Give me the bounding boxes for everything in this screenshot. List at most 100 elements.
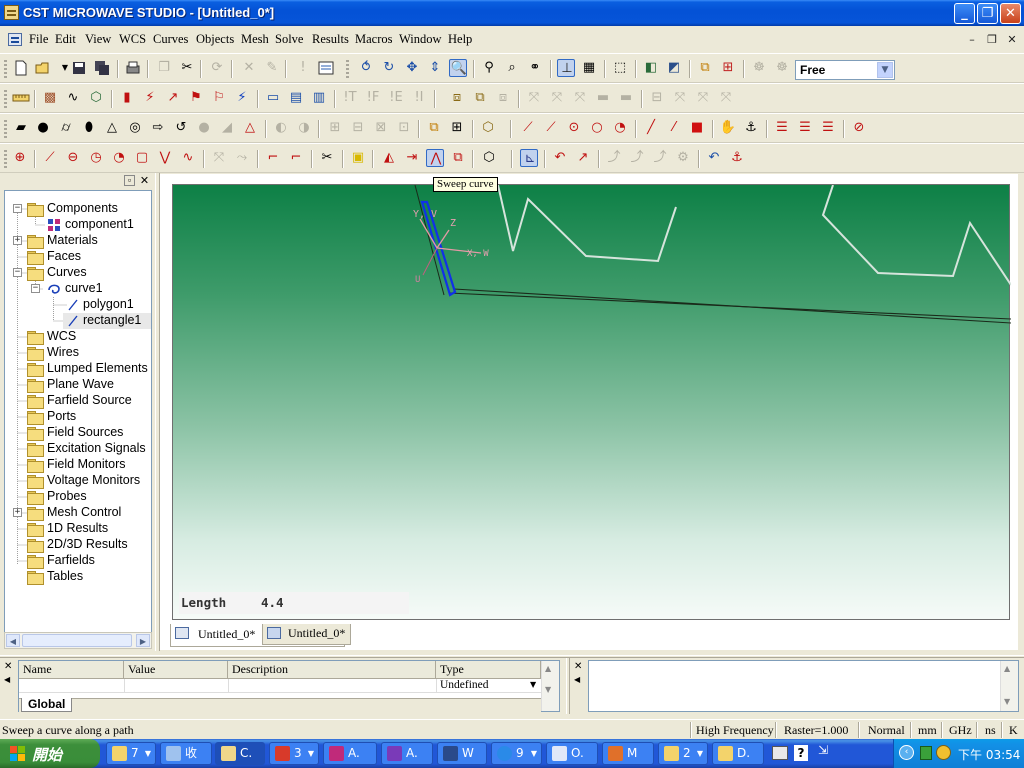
- axes-icon[interactable]: ⊥: [557, 59, 575, 77]
- background-material-icon[interactable]: ▩: [41, 89, 59, 107]
- help-icon[interactable]: ?: [794, 745, 808, 761]
- port-icon[interactable]: ▮: [118, 89, 136, 107]
- edge-icon[interactable]: ╱: [642, 119, 660, 137]
- start-button[interactable]: 開始: [0, 739, 100, 768]
- taskbar-item[interactable]: 3 ▼: [269, 742, 319, 765]
- blend-curve-icon[interactable]: ⌐: [264, 149, 282, 167]
- curve-spline-icon[interactable]: ∿: [179, 149, 197, 167]
- expand-toggle[interactable]: +: [13, 508, 22, 517]
- collapse-toggle[interactable]: −: [13, 268, 22, 277]
- transform-icon[interactable]: ⤧: [548, 89, 566, 107]
- type-value[interactable]: Undefined: [440, 679, 489, 691]
- close-panel-icon[interactable]: ✕: [574, 661, 582, 672]
- anchor-wcs-icon[interactable]: ⚓: [728, 149, 746, 167]
- close-panel-icon[interactable]: ✕: [4, 661, 12, 672]
- tray-expand-icon[interactable]: ‹: [899, 745, 914, 760]
- cone-icon[interactable]: △: [103, 119, 121, 137]
- zoom-fit-icon[interactable]: ⌕: [503, 59, 521, 77]
- taskbar-item[interactable]: 9 ▼: [491, 742, 542, 765]
- message-window[interactable]: ▲ ▼: [588, 660, 1019, 712]
- transform-curve-icon[interactable]: ⤴: [628, 149, 646, 167]
- wcs-properties-icon[interactable]: ⊞: [448, 119, 466, 137]
- menu-objects[interactable]: Objects: [196, 32, 234, 47]
- mdi-minimize-button[interactable]: –: [964, 33, 980, 47]
- pan-icon[interactable]: ✥: [403, 59, 421, 77]
- pick-point-icon[interactable]: ⊕: [11, 149, 29, 167]
- globe-icon[interactable]: [936, 745, 951, 760]
- picked-object-icon[interactable]: ⬡: [479, 119, 497, 137]
- chevron-down-icon[interactable]: ▼: [56, 59, 68, 77]
- expand-toggle[interactable]: +: [13, 236, 22, 245]
- torus-icon[interactable]: ◎: [126, 119, 144, 137]
- menu-solve[interactable]: Solve: [275, 32, 303, 47]
- new-file-icon[interactable]: [12, 59, 30, 77]
- curve-polygon-icon[interactable]: ⋁: [156, 149, 174, 167]
- chamfer-curve-icon[interactable]: ⌐: [287, 149, 305, 167]
- length-value[interactable]: 4.4: [261, 595, 284, 610]
- cutplane-icon[interactable]: ◧: [642, 59, 660, 77]
- field-source-icon[interactable]: ⚐: [210, 89, 228, 107]
- taskbar-item[interactable]: 收: [160, 742, 212, 765]
- eigenmode-solver-icon[interactable]: !E: [387, 89, 405, 107]
- chamfer-icon[interactable]: △: [241, 119, 259, 137]
- local-wcs-icon[interactable]: ⧉: [425, 119, 443, 137]
- list-icon[interactable]: ☰: [773, 119, 791, 137]
- scroll-up-icon[interactable]: ▲: [1004, 664, 1010, 673]
- maximize-button[interactable]: ❐: [977, 3, 998, 24]
- menu-file[interactable]: File: [29, 32, 48, 47]
- transform-icon[interactable]: ⤧: [571, 89, 589, 107]
- scroll-down-icon[interactable]: ▼: [545, 685, 551, 694]
- history-list-icon[interactable]: [317, 59, 335, 77]
- tray-app-icon[interactable]: [920, 746, 932, 760]
- parameter-list[interactable]: Name Value Description Type Undefined ▼ …: [18, 660, 560, 712]
- mesh-view-icon[interactable]: ⧈: [448, 89, 466, 107]
- sweep-curve-icon[interactable]: ⋀: [426, 149, 444, 167]
- tab-untitled-schematic[interactable]: Untitled_0*: [262, 624, 351, 645]
- grid-icon[interactable]: ▦: [580, 59, 598, 77]
- document-icon[interactable]: [8, 33, 22, 46]
- taskbar-item[interactable]: A.: [323, 742, 377, 765]
- blend-icon[interactable]: ◢: [218, 119, 236, 137]
- menu-edit[interactable]: Edit: [55, 32, 76, 47]
- curve-rectangle-icon[interactable]: ▢: [133, 149, 151, 167]
- close-panel-icon[interactable]: ✕: [138, 174, 151, 187]
- scroll-down-icon[interactable]: ▼: [1004, 697, 1010, 706]
- app-icon[interactable]: [4, 5, 19, 20]
- taskbar-item[interactable]: 2 ▼: [658, 742, 708, 765]
- monitor-icon[interactable]: ▭: [264, 89, 282, 107]
- column-value[interactable]: Value: [124, 661, 228, 679]
- curve-axes-icon[interactable]: ⊾: [520, 149, 538, 167]
- curve-ellipse-icon[interactable]: ◷: [87, 149, 105, 167]
- macro-icon[interactable]: ☸: [750, 59, 768, 77]
- frequency-icon[interactable]: ∿: [64, 89, 82, 107]
- toolbar-grip[interactable]: [4, 60, 7, 78]
- discrete-port-icon[interactable]: ⚡: [141, 89, 159, 107]
- farfield-source-icon[interactable]: ⚑: [187, 89, 205, 107]
- minimize-button[interactable]: _: [954, 3, 975, 24]
- taskbar-item[interactable]: D.: [712, 742, 764, 765]
- chevron-down-icon[interactable]: ▼: [530, 680, 536, 689]
- edit-icon[interactable]: ✎: [263, 59, 281, 77]
- boundary-icon[interactable]: ⬡: [87, 89, 105, 107]
- transform-curve-icon[interactable]: ⚙: [674, 149, 692, 167]
- curve-arc-icon[interactable]: ◔: [110, 149, 128, 167]
- face-icon[interactable]: ■: [688, 119, 706, 137]
- tab-global[interactable]: Global: [21, 698, 73, 712]
- menu-wcs[interactable]: WCS: [119, 32, 146, 47]
- list-icon[interactable]: ☰: [819, 119, 837, 137]
- transform-icon[interactable]: ⤧: [525, 89, 543, 107]
- collapse-panel-icon[interactable]: ◀: [574, 675, 580, 684]
- pick-tool-icon[interactable]: ⤧: [717, 89, 735, 107]
- scroll-right-icon[interactable]: ▶: [136, 634, 150, 647]
- plane-wave-icon[interactable]: ↗: [164, 89, 182, 107]
- menu-results[interactable]: Results: [312, 32, 349, 47]
- anchor-icon[interactable]: ⚓: [742, 119, 760, 137]
- parameter-vscrollbar[interactable]: ▲ ▼: [541, 661, 559, 711]
- menu-window[interactable]: Window: [399, 32, 442, 47]
- pick-tool-icon[interactable]: ⤧: [694, 89, 712, 107]
- curve-line-icon[interactable]: ⟋: [41, 149, 59, 167]
- rotate-curve-icon[interactable]: ↶: [551, 149, 569, 167]
- units-icon[interactable]: [12, 89, 30, 107]
- taskbar-item[interactable]: O.: [546, 742, 598, 765]
- delete-icon[interactable]: ✕: [240, 59, 258, 77]
